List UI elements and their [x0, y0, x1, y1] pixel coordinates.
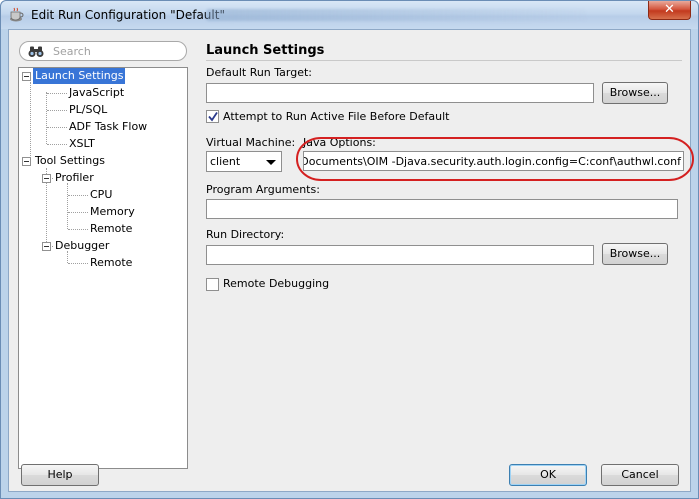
program-arguments-label: Program Arguments:: [206, 183, 320, 196]
browse-run-target-button[interactable]: Browse...: [602, 82, 668, 104]
tree-label-debugger: Debugger: [55, 239, 110, 252]
tree-connector: [30, 82, 31, 162]
dropdown-arrow-icon: [266, 160, 276, 165]
virtual-machine-label: Virtual Machine:: [206, 136, 296, 149]
tree-connector: [68, 195, 88, 196]
tree-label-cpu: CPU: [90, 188, 113, 201]
tree-label-xslt: XSLT: [69, 137, 95, 150]
default-run-target-label: Default Run Target:: [206, 66, 313, 79]
tree-connector: [47, 144, 67, 145]
attempt-active-file-checkbox[interactable]: [206, 110, 219, 123]
java-options-label: Java Options:: [303, 136, 376, 149]
title-blurred-region: [206, 9, 586, 21]
collapse-toggle-profiler[interactable]: [42, 174, 51, 183]
tree-label-plsql: PL/SQL: [69, 103, 108, 116]
tree-connector: [68, 263, 88, 264]
remote-debugging-label: Remote Debugging: [223, 277, 330, 290]
tree-connector: [67, 183, 68, 229]
close-button[interactable]: ✕: [648, 1, 691, 20]
dialog-window: Edit Run Configuration "Default" ✕ Searc…: [0, 0, 699, 499]
run-directory-label: Run Directory:: [206, 228, 285, 241]
cancel-button[interactable]: Cancel: [601, 464, 679, 486]
tree-label-profiler: Profiler: [55, 171, 94, 184]
help-button[interactable]: Help: [21, 464, 99, 486]
app-cup-icon: [10, 7, 24, 22]
run-directory-input[interactable]: [206, 245, 594, 265]
checkmark-icon: [208, 112, 218, 122]
tree-label-debugger-remote: Remote: [90, 256, 133, 269]
virtual-machine-value: client: [210, 155, 241, 168]
search-input[interactable]: [53, 44, 181, 58]
tree-connector: [47, 93, 67, 94]
attempt-active-file-label: Attempt to Run Active File Before Defaul…: [223, 110, 450, 123]
dialog-body: Launch Settings JavaScript PL/SQL ADF Ta…: [8, 29, 694, 492]
settings-tree: Launch Settings JavaScript PL/SQL ADF Ta…: [18, 67, 188, 469]
tree-label-memory: Memory: [90, 205, 135, 218]
tree-connector: [68, 212, 88, 213]
binoculars-icon: [28, 46, 44, 57]
tree-label-profiler-remote: Remote: [90, 222, 133, 235]
ok-button[interactable]: OK: [509, 464, 587, 486]
java-options-value: ersonal\Documents\OIM -Djava.security.au…: [304, 155, 681, 168]
collapse-toggle-debugger[interactable]: [42, 242, 51, 251]
section-divider: [206, 60, 682, 61]
search-box[interactable]: [19, 41, 187, 61]
tree-connector: [47, 127, 67, 128]
tree-label-javascript: JavaScript: [69, 86, 125, 99]
collapse-toggle-launch-settings[interactable]: [22, 72, 31, 81]
browse-run-directory-button[interactable]: Browse...: [602, 243, 668, 265]
section-title: Launch Settings: [206, 43, 325, 58]
title-bar[interactable]: Edit Run Configuration "Default" ✕: [1, 1, 698, 29]
tree-label-launch-settings: Launch Settings: [33, 68, 126, 84]
collapse-toggle-tool-settings[interactable]: [22, 157, 31, 166]
program-arguments-input[interactable]: [206, 199, 678, 219]
java-options-input[interactable]: ersonal\Documents\OIM -Djava.security.au…: [303, 151, 684, 171]
tree-label-tool-settings: Tool Settings: [35, 154, 105, 167]
tree-connector: [47, 110, 67, 111]
tree-connector: [68, 229, 88, 230]
virtual-machine-select[interactable]: client: [206, 151, 282, 172]
remote-debugging-checkbox[interactable]: [206, 278, 219, 291]
default-run-target-input[interactable]: [206, 83, 594, 103]
tree-label-adf-task-flow: ADF Task Flow: [69, 120, 148, 133]
window-title: Edit Run Configuration "Default": [31, 8, 225, 22]
tree-connector: [46, 92, 47, 144]
